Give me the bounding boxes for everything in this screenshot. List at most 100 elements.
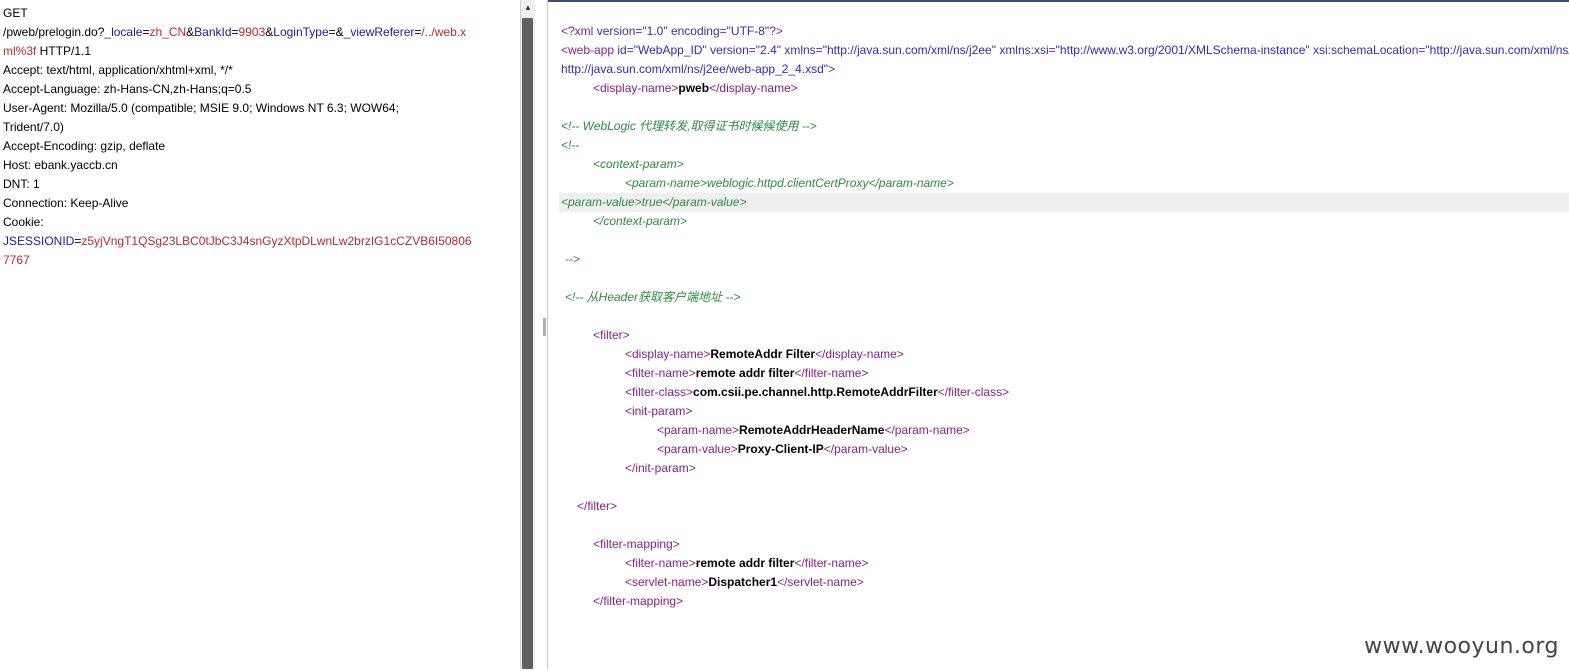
xml-tag: </param-name> xyxy=(884,423,970,437)
request-scrollbar[interactable]: ▲ xyxy=(520,0,535,669)
xml-comment: </context-param> xyxy=(593,214,688,228)
xml-blank-line xyxy=(561,98,1569,117)
xml-line: <filter-class>com.csii.pe.channel.http.R… xyxy=(561,383,1569,402)
xml-tag: <filter-name> xyxy=(625,366,696,380)
xml-blank-line xyxy=(561,269,1569,288)
param-value: 9903 xyxy=(238,25,266,39)
xml-line: <filter-name>remote addr filter</filter-… xyxy=(561,554,1569,573)
header-line: DNT: 1 xyxy=(3,177,40,191)
xml-tag: </servlet-name> xyxy=(777,575,864,589)
header-line: Accept-Language: zh-Hans-CN,zh-Hans;q=0.… xyxy=(3,82,252,96)
request-method: GET xyxy=(3,6,28,20)
xml-attr-value: http://java.sun.com/xml/ns/j2ee/web-app_… xyxy=(561,62,829,76)
header-line: Cookie: xyxy=(3,215,44,229)
xml-line: <servlet-name>Dispatcher1</servlet-name> xyxy=(561,573,1569,592)
scroll-up-arrow-icon[interactable]: ▲ xyxy=(521,0,535,16)
request-text[interactable]: GET /pweb/prelogin.do?_locale=zh_CN&Bank… xyxy=(3,4,508,270)
xml-tag: </filter-name> xyxy=(794,556,869,570)
xml-tag: <display-name> xyxy=(625,347,711,361)
scrollbar-thumb[interactable] xyxy=(522,18,533,669)
xml-tag: <display-name> xyxy=(593,81,679,95)
request-line-cont: ml%3f HTTP/1.1 xyxy=(3,42,508,61)
header-line: User-Agent: Mozilla/5.0 (compatible; MSI… xyxy=(3,101,399,115)
xml-comment: </param-name> xyxy=(868,176,954,190)
xml-decl-close: ?> xyxy=(769,24,783,38)
xml-line: <init-param> xyxy=(561,402,1569,421)
xml-blank-line xyxy=(561,516,1569,535)
xml-text-value: com.csii.pe.channel.http.RemoteAddrFilte… xyxy=(693,385,938,399)
xml-tag: </param-value> xyxy=(823,442,908,456)
xml-comment: <!-- xyxy=(561,138,580,152)
splitter-grip-icon[interactable] xyxy=(543,318,546,336)
xml-blank-line xyxy=(561,478,1569,497)
xml-tag: <web-app xyxy=(561,43,618,57)
xml-line: <!-- 从Header获取客户端地址 --> xyxy=(561,288,1569,307)
xml-tag: </filter-name> xyxy=(794,366,869,380)
xml-attr-value: "http://java.sun.com/xml/ns/j2ee" xyxy=(822,43,996,57)
xml-line: <display-name>RemoteAddr Filter</display… xyxy=(561,345,1569,364)
equals-sign: = xyxy=(328,25,336,39)
xml-attr: encoding xyxy=(670,24,720,38)
xml-line: --> xyxy=(561,250,1569,269)
xml-line: <filter> xyxy=(561,326,1569,345)
xml-blank-line xyxy=(561,307,1569,326)
cookie-value-cont: 7767 xyxy=(3,253,30,267)
xml-comment: <!-- 从Header获取客户端地址 --> xyxy=(565,290,741,304)
xml-tag: </display-name> xyxy=(709,81,798,95)
xml-attr-value: "2.4" xyxy=(755,43,781,57)
xml-text-value: pweb xyxy=(678,81,710,95)
xml-comment: <param-name> xyxy=(625,176,708,190)
xml-tag: <servlet-name> xyxy=(625,575,709,589)
xml-tag: </filter> xyxy=(577,499,618,513)
xml-tag: </display-name> xyxy=(815,347,904,361)
xml-tag: </filter-class> xyxy=(937,385,1010,399)
cookie-line: JSESSIONID=z5yjVngT1QSg23LBC0tJbC3J4snGy… xyxy=(3,232,508,251)
xml-attr-value: "http://www.w3.org/2001/XMLSchema-instan… xyxy=(1055,43,1310,57)
cookie-value: z5yjVngT1QSg23LBC0tJbC3J4snGyzXtpDLwnLw2… xyxy=(81,234,472,248)
cookie-line-cont: 7767 xyxy=(3,251,508,270)
xml-line-highlighted: <param-value>true</param-value> xyxy=(559,193,1569,212)
pane-splitter[interactable] xyxy=(535,0,548,669)
ampersand: & xyxy=(186,25,195,39)
request-method-line: GET xyxy=(3,4,508,23)
xml-comment: <context-param> xyxy=(593,157,684,171)
xml-tag: <init-param> xyxy=(625,404,693,418)
xml-line: </init-param> xyxy=(561,459,1569,478)
header-line: Trident/7.0) xyxy=(3,120,64,134)
xml-text[interactable]: <?xml version="1.0" encoding="UTF-8"?> <… xyxy=(559,22,1569,611)
header-line: Accept: text/html, application/xhtml+xml… xyxy=(3,63,233,77)
xml-line: http://java.sun.com/xml/ns/j2ee/web-app_… xyxy=(561,60,1569,79)
request-pane[interactable]: GET /pweb/prelogin.do?_locale=zh_CN&Bank… xyxy=(0,0,520,669)
xml-line: <param-value>Proxy-Client-IP</param-valu… xyxy=(561,440,1569,459)
cookie-key: JSESSIONID xyxy=(3,234,75,248)
param-value: /../web.x xyxy=(421,25,467,39)
header-line: Accept-Encoding: gzip, deflate xyxy=(3,139,166,153)
param-value: zh_CN xyxy=(149,25,187,39)
xml-tag: <filter> xyxy=(593,328,630,342)
xml-text-value: remote addr filter xyxy=(695,366,795,380)
xml-attr-value: "1.0" xyxy=(642,24,668,38)
xml-attr-value: "WebApp_ID" xyxy=(633,43,707,57)
xml-line: <filter-mapping> xyxy=(561,535,1569,554)
xml-attr-value: "UTF-8" xyxy=(726,24,770,38)
response-pane[interactable]: <?xml version="1.0" encoding="UTF-8"?> <… xyxy=(548,0,1569,671)
xml-attr: xmlns xyxy=(784,43,816,57)
xml-text-value: RemoteAddrHeaderName xyxy=(739,423,885,437)
xml-attr: version xyxy=(596,24,636,38)
request-path: /pweb/prelogin.do? xyxy=(3,25,105,39)
xml-attr: xmlns:xsi xyxy=(999,43,1049,57)
xml-tag: <filter-mapping> xyxy=(593,537,680,551)
xml-attr: xsi:schemaLocation xyxy=(1313,43,1419,57)
param-key: _locale xyxy=(104,25,143,39)
xml-line: <!-- xyxy=(561,136,1569,155)
xml-attr: version xyxy=(710,43,749,57)
xml-tag: <filter-name> xyxy=(625,556,696,570)
xml-line: <filter-name>remote addr filter</filter-… xyxy=(561,364,1569,383)
watermark: www.wooyun.org xyxy=(1364,634,1559,659)
xml-comment: <param-value> xyxy=(561,195,642,209)
xml-tag: </filter-mapping> xyxy=(593,594,684,608)
xml-tag: > xyxy=(828,62,836,76)
xml-text-value: remote addr filter xyxy=(695,556,795,570)
xml-line: <!-- WebLogic 代理转发,取得证书时候候使用 --> xyxy=(561,117,1569,136)
request-protocol: HTTP/1.1 xyxy=(36,44,92,58)
